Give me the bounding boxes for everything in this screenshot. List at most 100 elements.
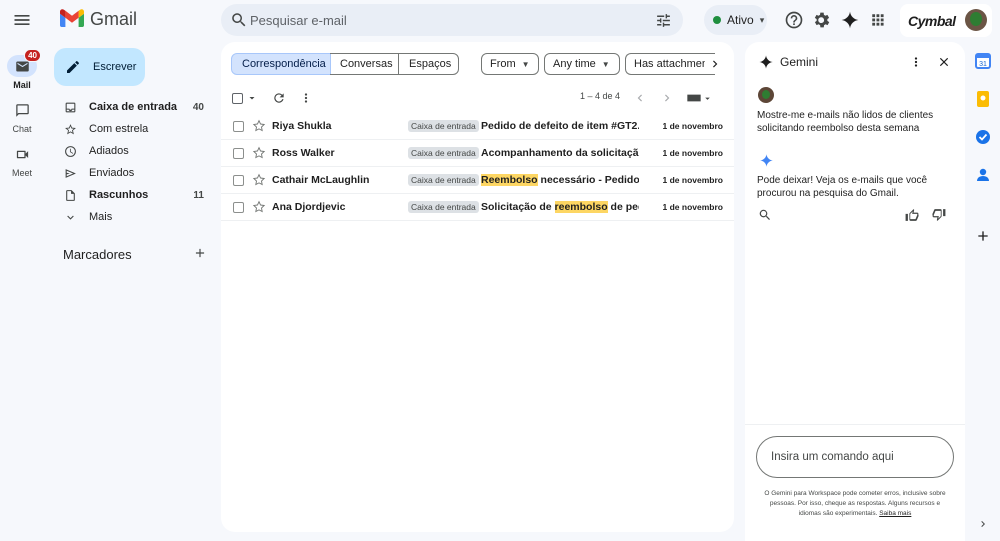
nav-item-snoozed[interactable]: Adiados (54, 140, 216, 162)
rail-item-meet[interactable]: Meet (0, 143, 44, 178)
main-menu-button[interactable] (6, 4, 38, 36)
email-date: 1 de novembro (662, 202, 723, 212)
rail-item-mail[interactable]: 40 Mail (0, 49, 44, 90)
thumbs-up-icon (905, 209, 919, 221)
star-button[interactable] (252, 200, 266, 214)
email-subject: Pedido de defeito de item #GT2... (481, 120, 639, 132)
gemini-logo-icon (758, 54, 774, 70)
search-bar (221, 4, 683, 36)
send-icon (65, 168, 76, 178)
plus-icon (978, 231, 988, 241)
support-button[interactable] (780, 6, 808, 34)
inbox-label-chip: Caixa de entrada (408, 174, 479, 186)
nav-item-sent[interactable]: Enviados (54, 162, 216, 184)
gemini-side-panel: Gemini Mostre-me e-mails não lidos de cl… (745, 42, 965, 541)
keyboard-icon (687, 94, 701, 102)
gemini-prompt-input[interactable] (756, 436, 954, 478)
star-button[interactable] (252, 173, 266, 187)
refresh-button[interactable] (272, 88, 286, 108)
nav-count-drafts: 11 (193, 189, 204, 201)
status-selector[interactable]: Ativo ▾ (704, 5, 767, 35)
email-sender: Ana Djordjevic (272, 201, 346, 213)
panel-divider (745, 424, 965, 425)
chevron-down-icon: ▾ (759, 14, 765, 25)
google-apps-button[interactable] (864, 6, 892, 34)
row-checkbox[interactable] (233, 148, 244, 159)
tab-conversas[interactable]: Conversas (330, 53, 399, 75)
star-button[interactable] (252, 146, 266, 160)
create-label-button[interactable] (192, 245, 208, 261)
inbox-icon (65, 102, 76, 112)
gemini-more-options-button[interactable] (908, 54, 924, 70)
row-checkbox[interactable] (233, 121, 244, 132)
refresh-icon (274, 93, 284, 103)
nav-label-more: Mais (89, 211, 113, 223)
more-actions-button[interactable] (299, 88, 313, 108)
filter-any-time[interactable]: Any time ▼ (544, 53, 620, 75)
get-addons-button[interactable] (974, 227, 992, 245)
gmail-logo-icon[interactable] (60, 9, 84, 29)
keep-app-button[interactable] (974, 90, 992, 108)
learn-more-link[interactable]: Saiba mais (879, 510, 911, 517)
input-tools-button[interactable] (686, 88, 713, 108)
older-button[interactable] (660, 88, 674, 108)
keep-icon (977, 91, 989, 107)
filter-from[interactable]: From ▼ (481, 53, 539, 75)
plus-icon (195, 248, 205, 258)
contacts-icon (977, 168, 989, 181)
nav-item-more[interactable]: Mais (54, 206, 216, 228)
search-input[interactable] (250, 8, 640, 32)
settings-button[interactable] (808, 6, 836, 34)
nav-item-inbox[interactable]: Caixa de entrada 40 (54, 96, 216, 118)
filter-has-attachment[interactable]: Has attachment (625, 53, 715, 75)
tab-correspondencia[interactable]: Correspondência (231, 53, 331, 75)
email-row[interactable]: Cathair McLaughlin Caixa de entrada Reem… (221, 167, 734, 194)
gear-icon (814, 12, 830, 28)
subject-suffix: de ped... (610, 201, 639, 213)
refine-response-button[interactable] (757, 207, 773, 223)
nav-item-starred[interactable]: Com estrela (54, 118, 216, 140)
star-outline-icon (252, 200, 266, 213)
hamburger-menu-icon (14, 15, 30, 25)
filter-any-time-label: Any time (553, 58, 596, 70)
email-row[interactable]: Ana Djordjevic Caixa de entrada Solicita… (221, 194, 734, 221)
row-checkbox[interactable] (233, 175, 244, 186)
contacts-app-button[interactable] (974, 166, 992, 184)
filters-scroll-right-button[interactable] (705, 54, 725, 74)
search-highlight: reembolso (554, 201, 608, 213)
search-options-button[interactable] (651, 8, 675, 32)
gemini-toggle-button[interactable] (836, 6, 864, 34)
chevron-right-icon (981, 521, 985, 527)
apps-grid-icon (872, 14, 884, 26)
help-icon (785, 11, 803, 29)
more-vertical-icon (304, 93, 308, 103)
account-switcher[interactable]: Cymbal (900, 4, 992, 37)
newer-button[interactable] (633, 88, 647, 108)
select-all-checkbox[interactable] (232, 88, 258, 108)
email-row[interactable]: Ross Walker Caixa de entrada Acompanhame… (221, 140, 734, 167)
organization-logo: Cymbal (908, 12, 956, 29)
side-panel-toggle-button[interactable] (976, 517, 990, 531)
video-camera-icon (16, 150, 28, 158)
compose-label: Escrever (93, 61, 137, 73)
pagination-info: 1 – 4 de 4 (580, 91, 621, 101)
star-button[interactable] (252, 119, 266, 133)
tab-espacos[interactable]: Espaços (398, 53, 459, 75)
thumbs-down-button[interactable] (931, 207, 947, 223)
email-row[interactable]: Riya Shukla Caixa de entrada Pedido de d… (221, 113, 734, 140)
search-button[interactable] (227, 8, 251, 32)
calendar-app-button[interactable]: 31 (974, 52, 992, 70)
thumbs-up-button[interactable] (904, 207, 920, 223)
compose-button[interactable]: Escrever (54, 48, 145, 86)
nav-label-inbox: Caixa de entrada (89, 101, 178, 113)
email-subject: Acompanhamento da solicitaçã... (481, 147, 639, 159)
email-date: 1 de novembro (662, 175, 723, 185)
gemini-close-button[interactable] (936, 54, 952, 70)
status-label: Ativo (727, 13, 754, 27)
mail-list-panel: Correspondência Conversas Espaços From ▼ … (221, 42, 734, 532)
rail-item-chat[interactable]: Chat (0, 99, 44, 134)
tasks-app-button[interactable] (974, 128, 992, 146)
row-checkbox[interactable] (233, 202, 244, 213)
nav-item-drafts[interactable]: Rascunhos 11 (54, 184, 216, 206)
gemini-disclaimer: O Gemini para Workspace pode cometer err… (759, 489, 951, 519)
